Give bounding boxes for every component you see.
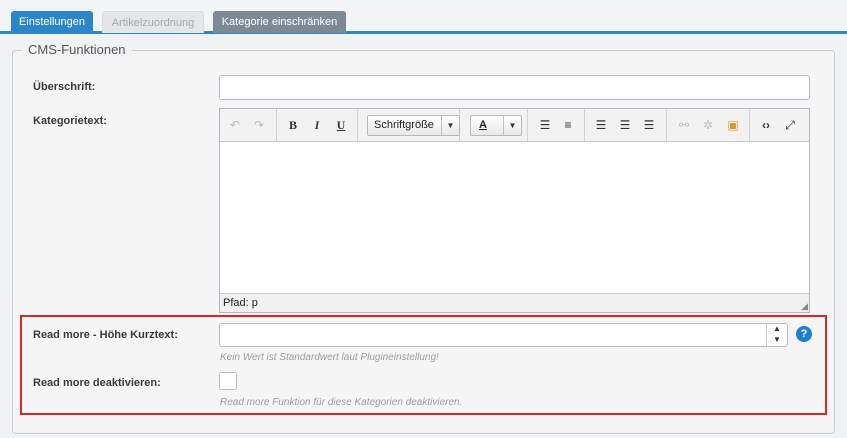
text-color-select[interactable]: A ▼ (470, 115, 522, 136)
text-color-icon: A (479, 119, 487, 131)
editor-content-area[interactable] (220, 143, 809, 293)
editor-toolbar: ↶ ↷ B I U Schriftgröße ▼ A ▼ ☰ ≡ ☰ ☰ ☰ ⚯… (220, 109, 809, 142)
color-group: A ▼ (460, 109, 528, 141)
italic-icon[interactable]: I (308, 116, 326, 134)
read-more-disable-hint: Read more Funktion für diese Kategorien … (220, 397, 463, 408)
stepper-up-icon[interactable]: ▲ (767, 323, 787, 334)
read-more-height-label: Read more - Höhe Kurztext: (33, 329, 178, 341)
undo-icon[interactable]: ↶ (226, 116, 244, 134)
numbered-list-icon[interactable]: ≡ (559, 116, 577, 134)
source-code-icon[interactable]: ‹› (757, 116, 775, 134)
read-more-height-input[interactable] (219, 323, 788, 347)
underline-icon[interactable]: U (332, 116, 350, 134)
tab-einstellungen[interactable]: Einstellungen (11, 11, 93, 33)
chevron-down-icon: ▼ (441, 116, 459, 135)
editor-path: Pfad: p (223, 297, 258, 309)
read-more-disable-label: Read more deaktivieren: (33, 377, 161, 389)
rich-text-editor: ↶ ↷ B I U Schriftgröße ▼ A ▼ ☰ ≡ ☰ ☰ ☰ ⚯… (219, 108, 810, 313)
view-group: ‹› ⤢ (750, 109, 809, 141)
category-text-label: Kategorietext: (33, 115, 107, 127)
fullscreen-icon[interactable]: ⤢ (781, 116, 799, 134)
tab-artikelzuordnung[interactable]: Artikelzuordnung (102, 11, 204, 33)
read-more-disable-checkbox[interactable] (219, 372, 237, 390)
unlink-icon[interactable]: ✲ (699, 116, 717, 134)
chevron-down-icon: ▼ (503, 116, 521, 135)
heading-label: Überschrift: (33, 81, 96, 93)
help-icon[interactable]: ? (796, 326, 812, 342)
link-icon[interactable]: ⚯ (675, 116, 693, 134)
align-center-icon[interactable]: ☰ (616, 116, 634, 134)
align-group: ☰ ☰ ☰ (585, 109, 667, 141)
insert-group: ⚯ ✲ ▣ (667, 109, 750, 141)
number-stepper[interactable]: ▲ ▼ (766, 323, 787, 346)
font-size-select[interactable]: Schriftgröße ▼ (367, 115, 460, 136)
tab-bar: Einstellungen Artikelzuordnung Kategorie… (0, 0, 847, 34)
fieldset-legend: CMS-Funktionen (22, 42, 132, 57)
align-right-icon[interactable]: ☰ (640, 116, 658, 134)
editor-statusbar: Pfad: p ◢ (220, 293, 809, 312)
list-group: ☰ ≡ (528, 109, 585, 141)
align-left-icon[interactable]: ☰ (592, 116, 610, 134)
insert-image-icon[interactable]: ▣ (724, 116, 742, 134)
font-size-group: Schriftgröße ▼ (358, 109, 460, 141)
bullet-list-icon[interactable]: ☰ (536, 116, 554, 134)
history-group: ↶ ↷ (220, 109, 277, 141)
font-size-label: Schriftgröße (374, 119, 434, 131)
heading-input[interactable] (219, 75, 810, 100)
bold-icon[interactable]: B (284, 116, 302, 134)
stepper-down-icon[interactable]: ▼ (767, 334, 787, 345)
redo-icon[interactable]: ↷ (250, 116, 268, 134)
format-group: B I U (277, 109, 358, 141)
tab-kategorie-einschraenken[interactable]: Kategorie einschränken (213, 11, 346, 33)
read-more-height-hint: Kein Wert ist Standardwert laut Pluginei… (220, 352, 439, 363)
resize-grip-icon[interactable]: ◢ (798, 301, 808, 311)
